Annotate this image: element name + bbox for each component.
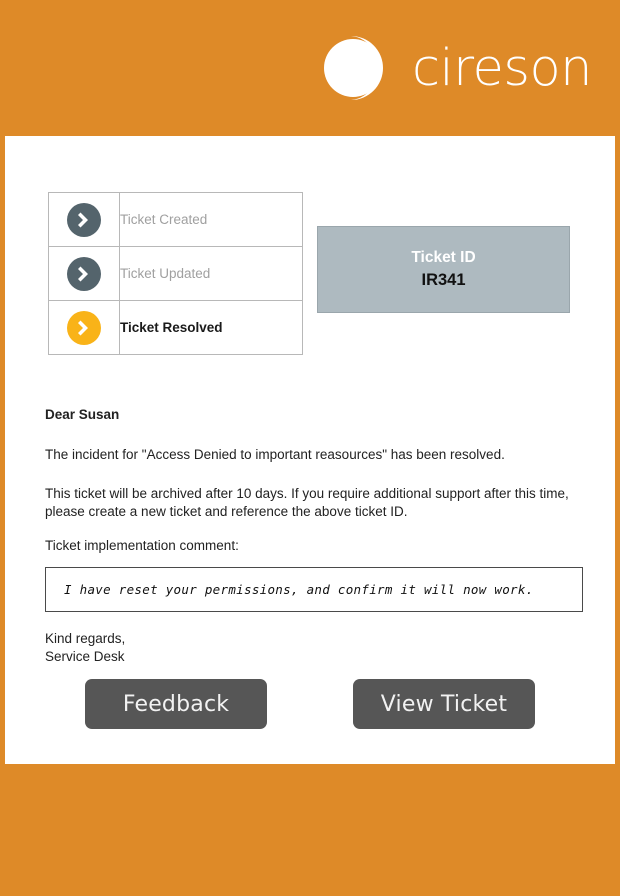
status-icon-cell: [48, 300, 120, 355]
message-body: Dear Susan The incident for "Access Deni…: [45, 406, 585, 666]
chevron-right-circle-icon: [67, 310, 101, 345]
status-step-label: Ticket Updated: [119, 246, 303, 301]
brand-wordmark: cireson: [411, 38, 593, 98]
status-icon-cell: [48, 192, 120, 247]
feedback-button[interactable]: Feedback: [85, 679, 267, 729]
implementation-comment-text: I have reset your permissions, and confi…: [64, 581, 534, 597]
status-icon-cell: [48, 246, 120, 301]
signoff-text: Kind regards, Service Desk: [45, 630, 585, 666]
comment-label: Ticket implementation comment:: [45, 538, 239, 553]
implementation-comment-box: I have reset your permissions, and confi…: [45, 567, 583, 612]
status-step-label: Ticket Resolved: [119, 300, 303, 355]
email-footer: [0, 764, 620, 896]
archive-paragraph: This ticket will be archived after 10 da…: [45, 486, 569, 519]
chevron-right-circle-icon: [67, 202, 101, 237]
ticket-id-box: Ticket ID IR341: [317, 226, 570, 313]
view-ticket-button[interactable]: View Ticket: [353, 679, 535, 729]
email-header: cireson: [0, 0, 620, 136]
cireson-circle-logo-icon: [318, 29, 396, 107]
email-body-panel: Ticket Created Ticket Updated Ticket Res…: [5, 136, 615, 764]
brand-lockup: cireson: [318, 29, 593, 107]
email-notification: cireson Ticket Created Ticket Updated Ti…: [0, 0, 620, 896]
table-row: Ticket Created: [48, 192, 303, 247]
table-row: Ticket Updated: [48, 246, 303, 301]
resolution-paragraph: The incident for "Access Denied to impor…: [45, 447, 505, 462]
action-button-row: Feedback View Ticket: [5, 679, 615, 729]
signoff-line-1: Kind regards,: [45, 631, 126, 646]
signoff-line-2: Service Desk: [45, 649, 125, 664]
ticket-id-label: Ticket ID: [411, 249, 476, 266]
chevron-right-circle-icon: [67, 256, 101, 291]
greeting-text: Dear Susan: [45, 407, 120, 422]
ticket-status-table: Ticket Created Ticket Updated Ticket Res…: [48, 192, 303, 355]
status-step-label: Ticket Created: [119, 192, 303, 247]
ticket-id-value: IR341: [421, 271, 466, 289]
table-row: Ticket Resolved: [48, 300, 303, 355]
